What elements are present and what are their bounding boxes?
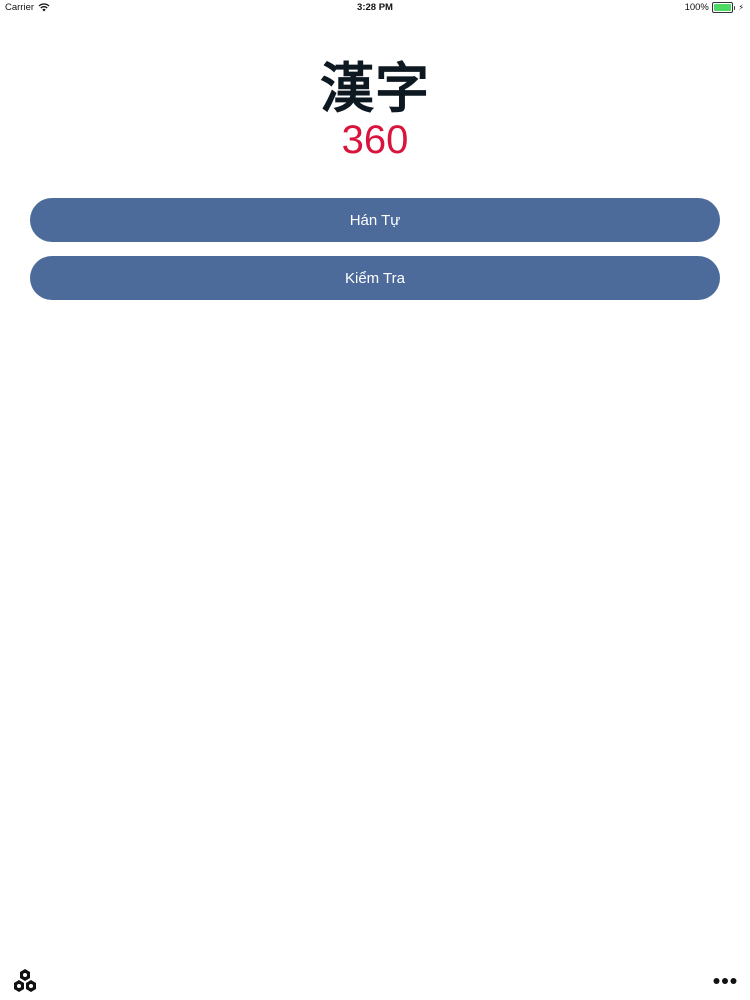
logo-kanji: 漢字 — [320, 57, 430, 120]
battery-icon — [711, 2, 733, 13]
battery-fill — [713, 4, 731, 11]
hexagon-cluster-icon[interactable] — [12, 968, 38, 994]
status-right: 100% ⚡ — [685, 2, 744, 13]
more-icon[interactable] — [712, 972, 738, 990]
battery-percent: 100% — [684, 2, 709, 13]
logo-number: 360 — [341, 118, 409, 162]
status-time: 3:28 PM — [357, 2, 393, 13]
han-tu-button[interactable]: Hán Tự — [30, 198, 720, 242]
status-bar: Carrier 3:28 PM 100% ⚡ — [0, 0, 750, 16]
kiem-tra-button[interactable]: Kiểm Tra — [30, 256, 720, 300]
app-logo: 漢字 360 — [0, 57, 750, 162]
kiem-tra-button-label: Kiểm Tra — [344, 269, 405, 287]
han-tu-button-label: Hán Tự — [349, 211, 401, 229]
battery-cap — [733, 5, 736, 10]
charging-bolt-icon: ⚡ — [738, 2, 744, 12]
